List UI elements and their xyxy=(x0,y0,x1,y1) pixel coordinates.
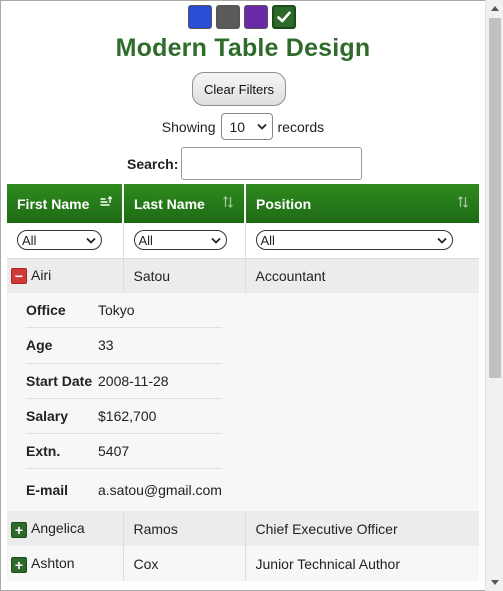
expand-row-icon[interactable]: + xyxy=(11,556,27,573)
search-label: Search: xyxy=(127,155,179,172)
page-title: Modern Table Design xyxy=(115,34,371,62)
length-control: Showing 10 records xyxy=(1,113,485,140)
detail-item: Age 33 xyxy=(26,328,222,364)
page-length-select[interactable]: 10 xyxy=(220,113,273,140)
arrow-up-icon xyxy=(491,6,499,11)
length-suffix: records xyxy=(277,118,325,135)
chevron-down-icon xyxy=(86,237,96,244)
page-length-value: 10 xyxy=(229,118,246,135)
sort-icon xyxy=(458,196,468,208)
scroll-down-button[interactable] xyxy=(486,574,503,591)
search-box: Search: xyxy=(127,147,363,180)
chevron-down-icon xyxy=(436,237,447,244)
column-header-last-name[interactable]: Last Name xyxy=(123,184,246,223)
collapse-row-icon[interactable]: − xyxy=(11,268,27,285)
theme-swatches xyxy=(188,5,296,29)
length-prefix: Showing xyxy=(161,118,216,135)
sort-icon xyxy=(223,196,233,208)
chevron-down-icon xyxy=(256,123,267,130)
table-row[interactable]: − Airi Satou Accountant xyxy=(7,258,479,293)
filter-select-first-name[interactable]: All xyxy=(17,230,102,251)
clear-filters-button[interactable]: Clear Filters xyxy=(192,72,286,106)
table-row[interactable]: + Angelica Ramos Chief Executive Officer xyxy=(7,511,479,547)
detail-item: E-mail a.satou@gmail.com xyxy=(26,482,222,499)
checkmark-icon xyxy=(277,11,291,23)
details-list: Office Tokyo Age 33 Start Date 2008-11-28 S… xyxy=(17,293,479,511)
table-row[interactable]: + Ashton Cox Junior Technical Author xyxy=(7,546,479,582)
column-header-first-name[interactable]: First Name xyxy=(7,184,124,223)
row-details: Office Tokyo Age 33 Start Date 2008-11-28 S… xyxy=(7,293,479,512)
arrow-down-icon xyxy=(491,580,499,585)
detail-item: Start Date 2008-11-28 xyxy=(26,364,222,399)
data-table: First Name Last Name Position All All Al… xyxy=(7,184,479,582)
filter-select-position[interactable]: All xyxy=(255,230,453,251)
expand-row-icon[interactable]: + xyxy=(11,521,27,538)
scroll-up-button[interactable] xyxy=(486,0,503,17)
chevron-down-icon xyxy=(210,237,221,244)
detail-item: Extn. 5407 xyxy=(26,434,222,470)
theme-swatch-purple[interactable] xyxy=(244,5,268,29)
page-content: Modern Table Design Clear Filters Showin… xyxy=(1,0,485,591)
column-header-position[interactable]: Position xyxy=(245,184,479,223)
theme-swatch-gray[interactable] xyxy=(216,5,240,29)
filter-select-last-name[interactable]: All xyxy=(133,230,227,251)
sort-ascending-icon xyxy=(100,196,112,206)
search-input[interactable] xyxy=(181,147,363,180)
theme-swatch-blue[interactable] xyxy=(188,5,212,29)
vertical-scrollbar[interactable] xyxy=(485,0,503,591)
scrollbar-thumb[interactable] xyxy=(489,18,501,378)
filter-row: All All All xyxy=(7,223,479,259)
detail-item: Salary $162,700 xyxy=(26,399,222,435)
theme-swatch-green[interactable] xyxy=(272,5,296,29)
detail-item: Office Tokyo xyxy=(26,293,222,329)
